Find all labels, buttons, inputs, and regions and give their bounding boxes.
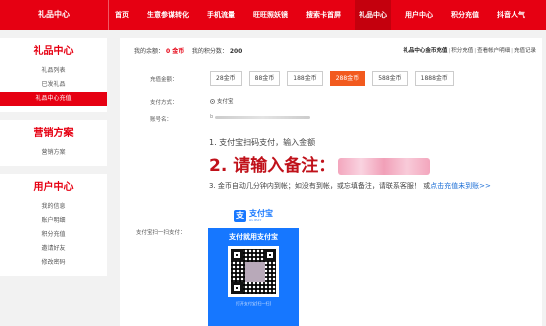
amount-option-288[interactable]: 288金币	[329, 71, 366, 86]
sidebar-item-invite-friends[interactable]: 邀请好友	[0, 242, 107, 256]
remark-prompt: 2. 请输入备注：	[209, 156, 336, 176]
alipay-en-name: ALIPAY	[249, 218, 262, 222]
sidebar-item-gift-list[interactable]: 礼品列表	[0, 64, 107, 78]
sidebar-gift-section: 礼品中心 礼品列表 已发礼品 礼品中心充值	[0, 38, 107, 112]
top-navigation-bar: 礼品中心 首页 生意参谋转化 手机流量 旺旺照妖镜 搜索卡首屏 礼品中心 用户中…	[0, 0, 546, 30]
link-account-details[interactable]: 查看帐户明细	[477, 48, 510, 54]
balance-info: 我的余额： 0 金币 我的积分数： 200	[134, 46, 242, 55]
sidebar-item-change-password[interactable]: 修改密码	[0, 256, 107, 270]
recharge-amount-label: 充值金额：	[150, 77, 178, 83]
sidebar-item-sent-gifts[interactable]: 已发礼品	[0, 78, 107, 92]
recharge-not-received-link[interactable]: 点击充值未到账>>	[430, 182, 491, 190]
nav-mobile-traffic[interactable]: 手机流量	[203, 0, 239, 30]
pay-method-option[interactable]: 支付宝	[210, 97, 234, 105]
sidebar-marketing-section: 营销方案 营销方案	[0, 120, 107, 166]
account-label: 账号名：	[150, 117, 173, 123]
account-value-prefix: b	[210, 114, 214, 120]
sidebar-section-title: 用户中心	[33, 182, 74, 193]
alipay-logo: 支 支付宝 ALIPAY	[234, 210, 273, 222]
nav-wangwang-checker[interactable]: 旺旺照妖镜	[249, 0, 292, 30]
amount-options: 28金币 88金币 188金币 288金币 588金币 1888金币	[210, 71, 461, 86]
nav-gift-center[interactable]: 礼品中心	[355, 0, 391, 30]
redacted-qr-center	[245, 262, 265, 282]
sidebar-item-marketing-plan[interactable]: 营销方案	[0, 146, 107, 160]
amount-option-1888[interactable]: 1888金币	[414, 71, 454, 86]
account-value: b	[210, 114, 320, 120]
alipay-qr-card: 支付就用支付宝 打开支付宝[扫一扫]	[208, 228, 299, 326]
qr-finder-icon	[231, 249, 243, 261]
link-points-recharge[interactable]: 积分充值	[451, 48, 473, 54]
points-value: 200	[229, 48, 243, 55]
link-gold-recharge[interactable]: 礼品中心金币充值	[403, 48, 447, 54]
nav-points-recharge[interactable]: 积分充值	[447, 0, 483, 30]
pay-method-value: 支付宝	[217, 99, 234, 105]
redacted-remark-code	[338, 157, 431, 175]
balance-label: 我的余额：	[134, 48, 165, 55]
alipay-icon: 支	[234, 210, 246, 222]
balance-value: 0 金币	[165, 48, 185, 55]
radio-selected-icon[interactable]	[210, 99, 215, 104]
redacted-account-name	[215, 116, 310, 119]
nav-home[interactable]: 首页	[111, 0, 133, 30]
scan-pay-label: 支付宝扫一扫支付：	[136, 230, 186, 236]
sidebar: 礼品中心 礼品列表 已发礼品 礼品中心充值 营销方案 营销方案 用户中心 我的信…	[0, 38, 107, 284]
nav-user-center[interactable]: 用户中心	[401, 0, 437, 30]
link-recharge-records[interactable]: 充值记录	[514, 48, 536, 54]
brand-title[interactable]: 礼品中心	[0, 0, 109, 30]
recharge-links: 礼品中心金币充值|积分充值|查看帐户明细|充值记录	[403, 48, 536, 54]
main-nav: 首页 生意参谋转化 手机流量 旺旺照妖镜 搜索卡首屏 礼品中心 用户中心 积分充…	[111, 0, 539, 30]
instruction-step-1: 1. 支付宝扫码支付，输入金额	[209, 138, 316, 147]
sidebar-item-gift-recharge[interactable]: 礼品中心充值	[0, 92, 107, 106]
payment-qr-code	[228, 246, 279, 297]
amount-option-88[interactable]: 88金币	[248, 71, 281, 86]
nav-business-advisor[interactable]: 生意参谋转化	[143, 0, 193, 30]
sidebar-item-my-info[interactable]: 我的信息	[0, 200, 107, 214]
qr-finder-icon	[231, 282, 243, 294]
points-label: 我的积分数：	[191, 48, 228, 55]
instruction-step-2: 2. 请输入备注：	[209, 151, 431, 176]
sidebar-section-title: 礼品中心	[33, 46, 74, 57]
main-content: 我的余额： 0 金币 我的积分数： 200 礼品中心金币充值|积分充值|查看帐户…	[120, 38, 542, 326]
sidebar-section-title: 营销方案	[33, 128, 74, 139]
nav-search-first-screen[interactable]: 搜索卡首屏	[302, 0, 345, 30]
sidebar-item-points-recharge[interactable]: 积分充值	[0, 228, 107, 242]
pay-method-label: 支付方式：	[150, 100, 178, 106]
alipay-name: 支付宝	[249, 209, 273, 218]
qr-card-footer: 打开支付宝[扫一扫]	[235, 301, 272, 306]
amount-option-28[interactable]: 28金币	[210, 71, 242, 86]
sidebar-user-section: 用户中心 我的信息 账户明细 积分充值 邀请好友 修改密码	[0, 174, 107, 276]
sidebar-item-account-details[interactable]: 账户明细	[0, 214, 107, 228]
amount-option-188[interactable]: 188金币	[287, 71, 323, 86]
qr-card-title: 支付就用支付宝	[229, 233, 278, 241]
nav-douyin-popularity[interactable]: 抖音人气	[493, 0, 529, 30]
amount-option-588[interactable]: 588金币	[372, 71, 408, 86]
qr-finder-icon	[264, 249, 276, 261]
instruction-step-3: 3. 金币自动几分钟内到帐；如没有到帐，或忘填备注，请联系客服！ 或点击充值未到…	[209, 181, 491, 191]
step3-text: 3. 金币自动几分钟内到帐；如没有到帐，或忘填备注，请联系客服！ 或	[209, 182, 431, 190]
